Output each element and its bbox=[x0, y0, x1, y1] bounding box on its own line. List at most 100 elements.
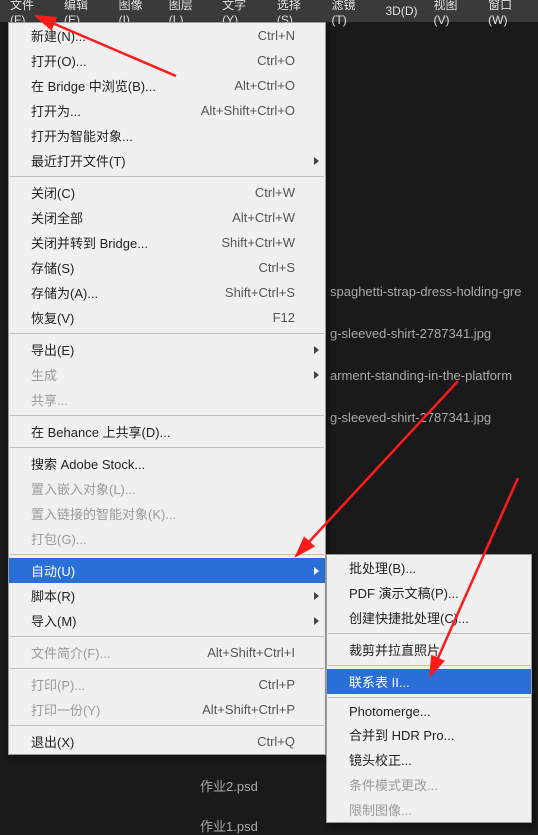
menu-item-shortcut: Ctrl+Q bbox=[257, 734, 295, 749]
menu-item-label: 搜索 Adobe Stock... bbox=[31, 454, 145, 473]
menu-separator bbox=[10, 636, 324, 637]
menu-item-label: Photomerge... bbox=[349, 704, 431, 719]
auto-submenu-item[interactable]: 联系表 II... bbox=[327, 669, 531, 694]
menu-item-label: 限制图像... bbox=[349, 800, 412, 819]
file-menu-item[interactable]: 导出(E) bbox=[9, 337, 325, 362]
file-menu-item[interactable]: 恢复(V)F12 bbox=[9, 305, 325, 330]
menu-item-label: 镜头校正... bbox=[349, 750, 412, 769]
file-menu-item[interactable]: 搜索 Adobe Stock... bbox=[9, 451, 325, 476]
menu-item-shortcut: Ctrl+P bbox=[259, 677, 295, 692]
bg-file-name: spaghetti-strap-dress-holding-gre bbox=[330, 284, 521, 299]
auto-submenu-item[interactable]: 创建快捷批处理(C)... bbox=[327, 605, 531, 630]
file-menu: 新建(N)...Ctrl+N 打开(O)... Ctrl+O 在 Bridge 中浏览… bbox=[8, 22, 326, 755]
menu-item-label: 裁剪并拉直照片 bbox=[349, 640, 440, 659]
menu-separator bbox=[10, 176, 324, 177]
menubar-item[interactable]: 滤镜(T) bbox=[323, 0, 377, 29]
auto-submenu-item[interactable]: 裁剪并拉直照片 bbox=[327, 637, 531, 662]
menu-separator bbox=[10, 668, 324, 669]
file-menu-item[interactable]: 脚本(R) bbox=[9, 583, 325, 608]
menu-separator bbox=[328, 697, 530, 698]
menu-item-shortcut: Alt+Shift+Ctrl+P bbox=[202, 702, 295, 717]
file-menu-item[interactable]: 最近打开文件(T) bbox=[9, 148, 325, 173]
menu-item-label: 关闭全部 bbox=[31, 208, 83, 227]
menu-item-shortcut: Ctrl+W bbox=[255, 185, 295, 200]
menu-item-label: 关闭并转到 Bridge... bbox=[31, 233, 148, 252]
menu-item-label: 存储(S) bbox=[31, 258, 74, 277]
file-menu-item[interactable]: 新建(N)...Ctrl+N bbox=[9, 23, 325, 48]
bg-file-name: arment-standing-in-the-platform bbox=[330, 368, 512, 383]
auto-submenu-item[interactable]: 批处理(B)... bbox=[327, 555, 531, 580]
file-menu-item: 置入嵌入对象(L)... bbox=[9, 476, 325, 501]
chevron-right-icon bbox=[314, 592, 319, 600]
menubar: 文件(F)编辑(E)图像(I)图层(L)文字(Y)选择(S)滤镜(T)3D(D)… bbox=[0, 0, 538, 22]
auto-submenu-item[interactable]: 镜头校正... bbox=[327, 747, 531, 772]
menu-item-shortcut: F12 bbox=[273, 310, 295, 325]
menu-separator bbox=[10, 554, 324, 555]
menu-separator bbox=[10, 447, 324, 448]
menu-item-label: 打开为... bbox=[31, 101, 81, 120]
menu-item-label: 导入(M) bbox=[31, 611, 77, 630]
file-menu-item: 打包(G)... bbox=[9, 526, 325, 551]
menu-item-label: 打开为智能对象... bbox=[31, 126, 133, 145]
file-menu-item[interactable]: 打开为... Alt+Shift+Ctrl+O bbox=[9, 98, 325, 123]
auto-submenu-item[interactable]: Photomerge... bbox=[327, 701, 531, 722]
menu-separator bbox=[328, 665, 530, 666]
menu-item-label: 共享... bbox=[31, 390, 68, 409]
menubar-item[interactable]: 窗口(W) bbox=[480, 0, 538, 29]
file-menu-item[interactable]: 导入(M) bbox=[9, 608, 325, 633]
file-menu-item: 打印(P)... Ctrl+P bbox=[9, 672, 325, 697]
menu-item-shortcut: Ctrl+O bbox=[257, 53, 295, 68]
menu-item-label: 退出(X) bbox=[31, 732, 74, 751]
menu-item-label: 导出(E) bbox=[31, 340, 74, 359]
file-menu-item[interactable]: 关闭全部 Alt+Ctrl+W bbox=[9, 205, 325, 230]
bg-file-label: 作业2.psd bbox=[200, 776, 258, 795]
menu-item-label: 在 Behance 上共享(D)... bbox=[31, 422, 170, 441]
file-menu-item[interactable]: 在 Bridge 中浏览(B)... Alt+Ctrl+O bbox=[9, 73, 325, 98]
menu-item-label: 置入嵌入对象(L)... bbox=[31, 479, 136, 498]
menu-item-label: 自动(U) bbox=[31, 561, 75, 580]
menu-item-label: 创建快捷批处理(C)... bbox=[349, 608, 469, 627]
file-menu-item[interactable]: 关闭并转到 Bridge...Shift+Ctrl+W bbox=[9, 230, 325, 255]
menu-item-label: 打开(O)... bbox=[31, 51, 87, 70]
file-menu-item[interactable]: 存储为(A)...Shift+Ctrl+S bbox=[9, 280, 325, 305]
auto-submenu-item: 条件模式更改... bbox=[327, 772, 531, 797]
menu-item-label: 合并到 HDR Pro... bbox=[349, 725, 454, 744]
menu-separator bbox=[10, 725, 324, 726]
menu-item-label: PDF 演示文稿(P)... bbox=[349, 583, 459, 602]
menubar-item[interactable]: 视图(V) bbox=[425, 0, 480, 29]
auto-submenu-item[interactable]: PDF 演示文稿(P)... bbox=[327, 580, 531, 605]
file-menu-item[interactable]: 自动(U) bbox=[9, 558, 325, 583]
menu-item-label: 在 Bridge 中浏览(B)... bbox=[31, 76, 156, 95]
menu-item-label: 生成 bbox=[31, 365, 57, 384]
chevron-right-icon bbox=[314, 567, 319, 575]
auto-submenu-item: 限制图像... bbox=[327, 797, 531, 822]
auto-submenu-item[interactable]: 合并到 HDR Pro... bbox=[327, 722, 531, 747]
file-menu-item: 打印一份(Y) Alt+Shift+Ctrl+P bbox=[9, 697, 325, 722]
menu-item-label: 批处理(B)... bbox=[349, 558, 416, 577]
menu-item-label: 最近打开文件(T) bbox=[31, 151, 126, 170]
menu-item-shortcut: Alt+Shift+Ctrl+O bbox=[201, 103, 295, 118]
file-menu-item[interactable]: 存储(S)Ctrl+S bbox=[9, 255, 325, 280]
chevron-right-icon bbox=[314, 371, 319, 379]
menu-item-shortcut: Alt+Ctrl+W bbox=[232, 210, 295, 225]
menu-item-label: 打印一份(Y) bbox=[31, 700, 100, 719]
chevron-right-icon bbox=[314, 157, 319, 165]
file-menu-item[interactable]: 退出(X) Ctrl+Q bbox=[9, 729, 325, 754]
menu-item-shortcut: Alt+Ctrl+O bbox=[234, 78, 295, 93]
file-menu-item[interactable]: 打开(O)... Ctrl+O bbox=[9, 48, 325, 73]
file-menu-item[interactable]: 在 Behance 上共享(D)... bbox=[9, 419, 325, 444]
menubar-item[interactable]: 3D(D) bbox=[377, 2, 425, 20]
file-menu-item[interactable]: 关闭(C)Ctrl+W bbox=[9, 180, 325, 205]
menu-item-label: 新建(N)... bbox=[31, 26, 86, 45]
chevron-right-icon bbox=[314, 346, 319, 354]
bg-file-label: 作业1.psd bbox=[200, 816, 258, 835]
file-menu-item: 文件简介(F)...Alt+Shift+Ctrl+I bbox=[9, 640, 325, 665]
file-menu-item: 置入链接的智能对象(K)... bbox=[9, 501, 325, 526]
bg-file-name: g-sleeved-shirt-2787341.jpg bbox=[330, 326, 491, 341]
menu-item-label: 打印(P)... bbox=[31, 675, 85, 694]
menu-item-label: 存储为(A)... bbox=[31, 283, 98, 302]
file-menu-item: 生成 bbox=[9, 362, 325, 387]
menu-item-label: 脚本(R) bbox=[31, 586, 75, 605]
menu-item-label: 打包(G)... bbox=[31, 529, 87, 548]
file-menu-item[interactable]: 打开为智能对象... bbox=[9, 123, 325, 148]
